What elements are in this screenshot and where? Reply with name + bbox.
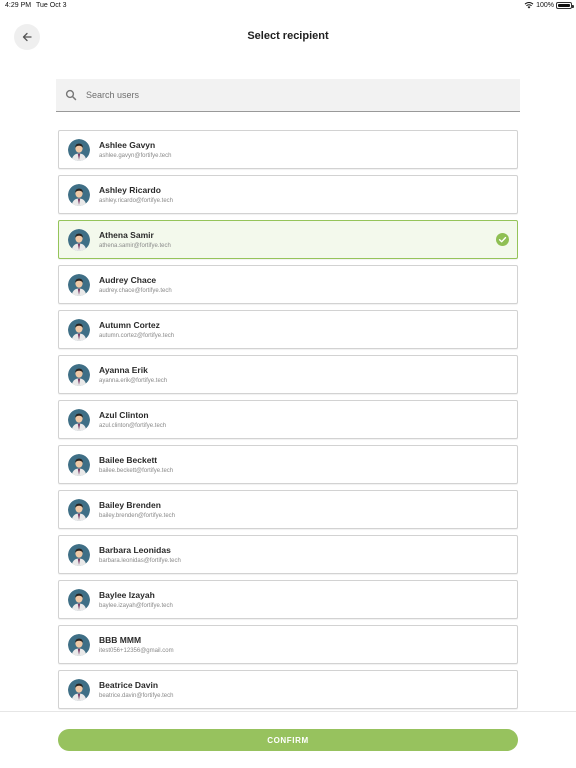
user-name: Baylee Izayah [99, 590, 155, 600]
avatar [68, 679, 90, 701]
avatar [68, 544, 90, 566]
user-list-item[interactable]: Bailee Beckett bailee.beckett@fortifye.t… [58, 445, 518, 484]
user-name: Athena Samir [99, 230, 154, 240]
avatar [68, 499, 90, 521]
avatar [68, 364, 90, 386]
avatar [68, 184, 90, 206]
user-email: itest056+12356@gmail.com [99, 648, 174, 654]
page-title: Select recipient [247, 30, 329, 42]
user-list-item[interactable]: Ayanna Erik ayanna.erik@fortifye.tech [58, 355, 518, 394]
confirm-button[interactable]: CONFIRM [58, 729, 518, 751]
user-list-item[interactable]: Ashlee Gavyn ashlee.gavyn@fortifye.tech [58, 130, 518, 169]
user-name: Beatrice Davin [99, 680, 159, 690]
avatar [68, 319, 90, 341]
user-name: Ayanna Erik [99, 365, 148, 375]
user-email: baylee.izayah@fortifye.tech [99, 603, 173, 609]
avatar [68, 409, 90, 431]
user-email: ashlee.gavyn@fortifye.tech [99, 153, 172, 159]
user-list-item[interactable]: Baylee Izayah baylee.izayah@fortifye.tec… [58, 580, 518, 619]
user-name: BBB MMM [99, 635, 142, 645]
user-name: Audrey Chace [99, 275, 157, 285]
avatar [68, 229, 90, 251]
search-icon [65, 89, 77, 101]
status-time: 4:29 PM [5, 2, 32, 9]
checkmark-icon [496, 233, 509, 246]
battery-percent: 100% [536, 1, 554, 9]
status-date: Tue Oct 3 [36, 2, 67, 9]
screen: 4:29 PM Tue Oct 3 100% Select recipient [0, 0, 576, 768]
avatar [68, 589, 90, 611]
user-email: bailee.beckett@fortifye.tech [99, 468, 174, 474]
user-name: Azul Clinton [99, 410, 149, 420]
battery-icon [556, 1, 574, 9]
user-name: Barbara Leonidas [99, 545, 171, 555]
search-bar[interactable] [56, 79, 520, 112]
user-list: Ashlee Gavyn ashlee.gavyn@fortifye.tech … [58, 130, 518, 715]
avatar [68, 634, 90, 656]
user-name: Bailey Brenden [99, 500, 161, 510]
user-email: bailey.brenden@fortifye.tech [99, 513, 176, 519]
user-list-item[interactable]: BBB MMM itest056+12356@gmail.com [58, 625, 518, 664]
user-list-item[interactable]: Beatrice Davin beatrice.davin@fortifye.t… [58, 670, 518, 709]
user-list-item[interactable]: Ashley Ricardo ashley.ricardo@fortifye.t… [58, 175, 518, 214]
status-right: 100% [524, 1, 574, 9]
user-list-item[interactable]: Autumn Cortez autumn.cortez@fortifye.tec… [58, 310, 518, 349]
user-name: Bailee Beckett [99, 455, 158, 465]
user-list-item[interactable]: Azul Clinton azul.clinton@fortifye.tech [58, 400, 518, 439]
avatar [68, 274, 90, 296]
user-email: audrey.chace@fortifye.tech [99, 288, 172, 294]
user-email: ashley.ricardo@fortifye.tech [99, 198, 174, 204]
avatar [68, 454, 90, 476]
user-email: beatrice.davin@fortifye.tech [99, 693, 174, 699]
search-input[interactable] [86, 90, 520, 100]
user-list-item[interactable]: Barbara Leonidas barbara.leonidas@fortif… [58, 535, 518, 574]
user-name: Ashley Ricardo [99, 185, 161, 195]
user-email: athena.samir@fortifye.tech [99, 243, 171, 249]
user-list-item[interactable]: Athena Samir athena.samir@fortifye.tech [58, 220, 518, 259]
avatar [68, 139, 90, 161]
user-name: Ashlee Gavyn [99, 140, 156, 150]
status-bar: 4:29 PM Tue Oct 3 100% [0, 0, 576, 12]
user-email: azul.clinton@fortifye.tech [99, 423, 167, 429]
footer: CONFIRM [0, 711, 576, 768]
wifi-icon [524, 2, 534, 9]
user-email: autumn.cortez@fortifye.tech [99, 333, 175, 339]
user-name: Autumn Cortez [99, 320, 160, 330]
user-list-item[interactable]: Audrey Chace audrey.chace@fortifye.tech [58, 265, 518, 304]
user-email: ayanna.erik@fortifye.tech [99, 378, 168, 384]
user-list-item[interactable]: Bailey Brenden bailey.brenden@fortifye.t… [58, 490, 518, 529]
user-email: barbara.leonidas@fortifye.tech [99, 558, 181, 564]
